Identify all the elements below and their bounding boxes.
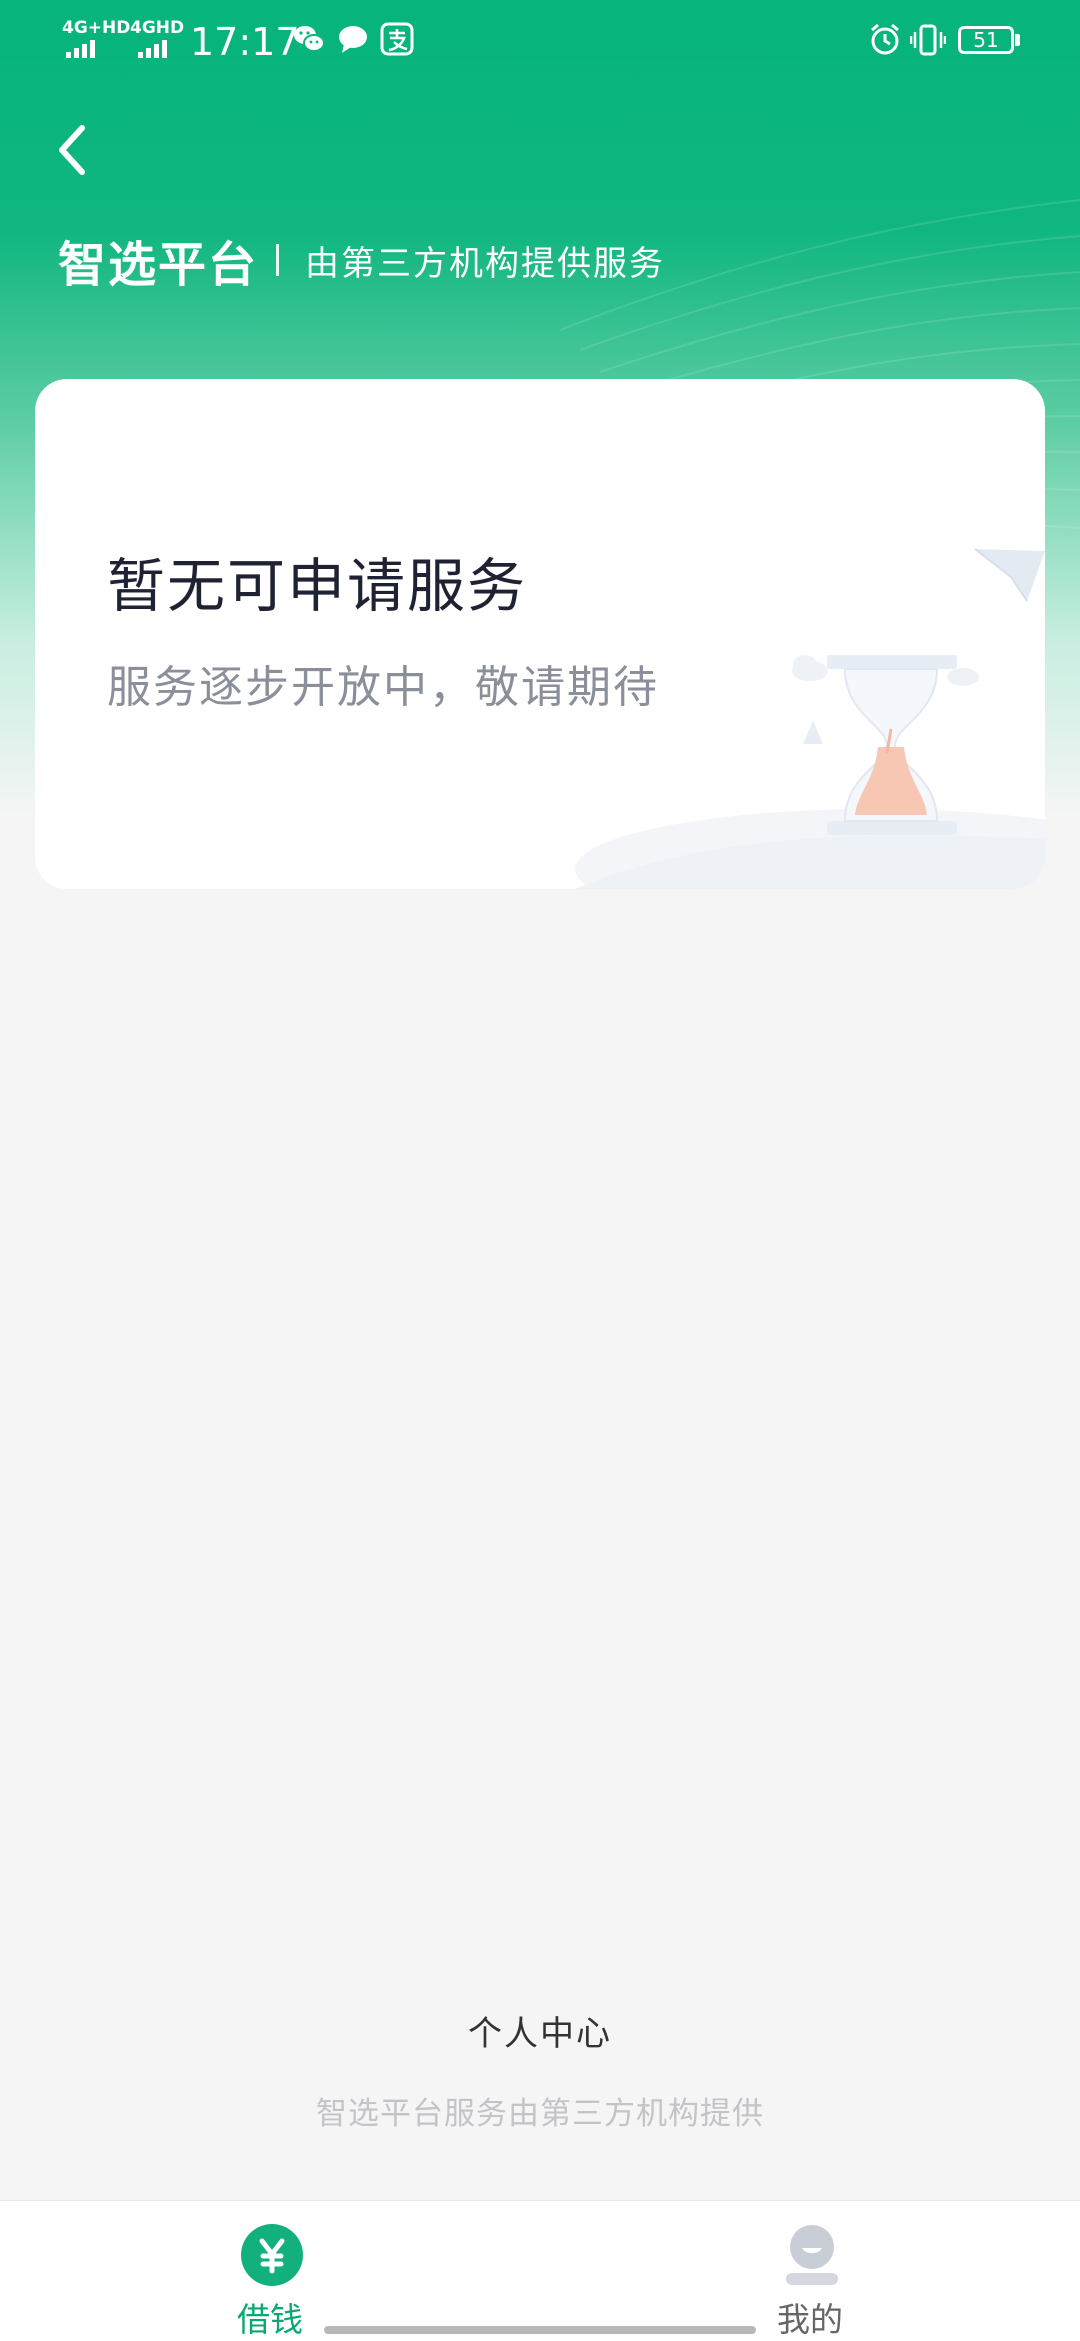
message-icon [339, 26, 367, 53]
empty-state-card: 暂无可申请服务 服务逐步开放中，敬请期待 [35, 379, 1045, 889]
footer-note: 智选平台服务由第三方机构提供 [316, 2096, 764, 2132]
user-icon [786, 2225, 838, 2285]
alarm-icon [871, 23, 899, 55]
vibrate-icon [910, 24, 946, 56]
page-title: 智选平台 [58, 237, 259, 293]
signal-bars-2 [138, 40, 167, 58]
alipay-icon [380, 22, 414, 56]
status-time: 17:17 [190, 20, 300, 64]
title-divider [276, 244, 280, 276]
tab-borrow[interactable]: 借钱 [170, 2201, 370, 2341]
bottom-navigation: 借钱 我的 [0, 2200, 1080, 2341]
yuan-icon [241, 2224, 303, 2286]
home-indicator[interactable] [324, 2326, 756, 2334]
wechat-icon [294, 26, 325, 52]
empty-state-title: 暂无可申请服务 [107, 552, 528, 620]
battery-icon: 51 [958, 26, 1014, 54]
header-title-row: 智选平台 由第三方机构提供服务 [58, 230, 666, 293]
personal-center-link[interactable]: 个人中心 [0, 2006, 1080, 2055]
network-indicator-2: 4GHD [130, 18, 185, 38]
status-bar: 4G+HD 4GHD 17:17 51 [0, 0, 1080, 84]
tab-mine[interactable]: 我的 [710, 2201, 910, 2341]
page-subtitle: 由第三方机构提供服务 [305, 243, 666, 284]
signal-bars-1 [66, 40, 95, 58]
chevron-left-icon [59, 125, 85, 175]
back-button[interactable] [48, 112, 108, 188]
network-indicator-1: 4G+HD [62, 18, 131, 38]
hourglass-illustration [575, 548, 1045, 889]
battery-tip [1015, 34, 1020, 46]
